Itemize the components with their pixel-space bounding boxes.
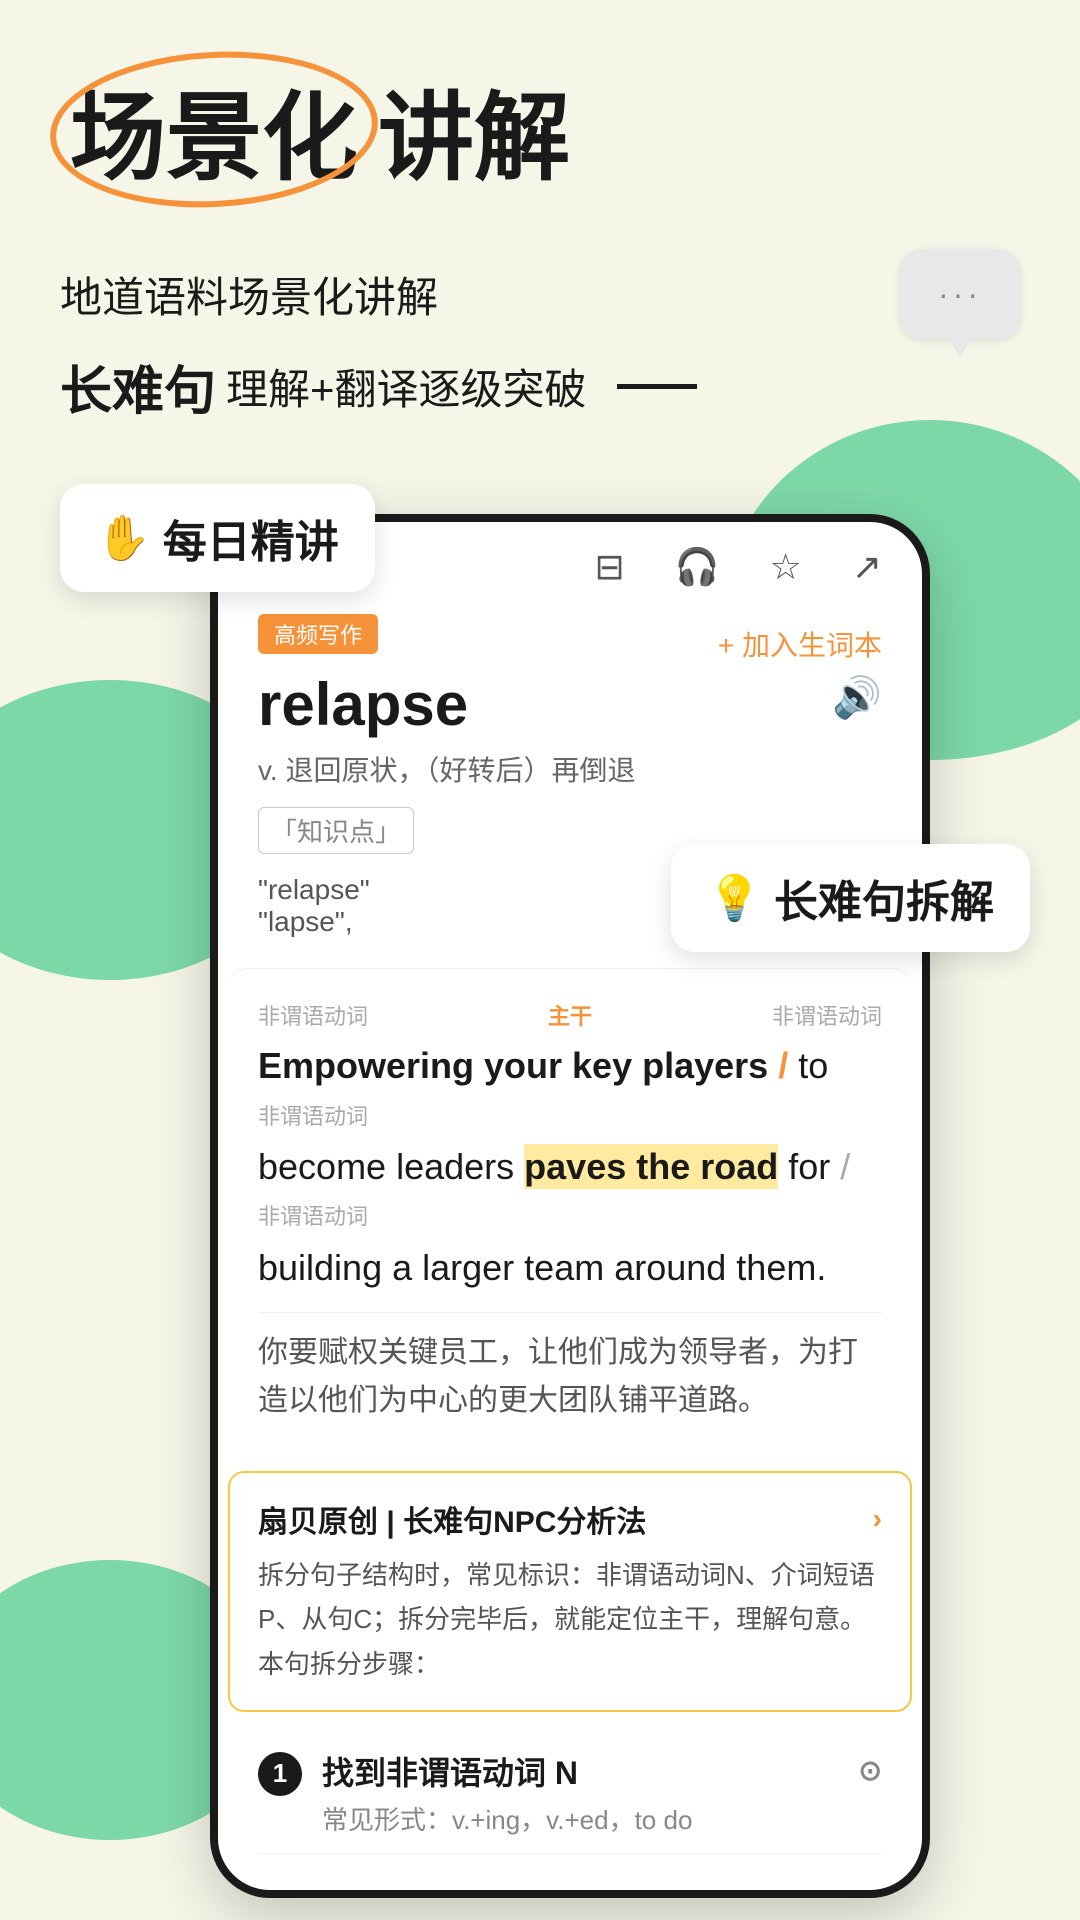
title-line: 场景化 讲解 <box>60 60 1020 199</box>
add-wordbook-btn[interactable]: + 加入生词本 <box>718 624 882 664</box>
grammar-label-right: 非谓语动词 <box>772 999 882 1031</box>
grammar-label-left: 非谓语动词 <box>258 999 368 1031</box>
sentence-part2: to <box>798 1045 828 1086</box>
dash-line <box>617 384 697 389</box>
badge-daily-emoji: ✋ <box>96 512 151 564</box>
word-main: relapse <box>258 670 468 739</box>
badge-daily: ✋ 每日精讲 <box>60 484 375 592</box>
step-target-icon: ⊙ <box>859 1754 882 1787</box>
topbar-icon-dict[interactable]: ⊟ <box>595 546 625 588</box>
badge-sentence: 💡 长难句拆解 <box>671 844 1030 952</box>
topbar-icon-audio[interactable]: 🎧 <box>675 546 720 588</box>
step-number: 1 <box>258 1752 302 1796</box>
topbar-icon-star[interactable]: ☆ <box>770 546 802 588</box>
step-item-1: 1 找到非谓语动词 N ⊙ 常见形式：v.+ing，v.+ed，to do <box>258 1748 882 1854</box>
npc-arrow-icon: › <box>873 1503 882 1535</box>
badge-sentence-text: 长难句拆解 <box>774 866 994 930</box>
sentence-part1: Empowering your key players <box>258 1045 768 1086</box>
phone-frame: ‹ ⊟ 🎧 ☆ ↗ 高频写作 relapse + 加入生词本 🔊 v. 退回原状… <box>210 514 930 1898</box>
sentence-translation: 你要赋权关键员工，让他们成为领导者，为打造以他们为中心的更大团队铺平道路。 <box>258 1312 882 1425</box>
npc-card[interactable]: 扇贝原创 | 长难句NPC分析法 › 拆分句子结构时，常见标识：非谓语动词N、介… <box>228 1471 912 1712</box>
grammar-label-center: 主干 <box>548 999 592 1031</box>
subtitle-section: 地道语料场景化讲解 ··· 长难句 理解+翻译逐级突破 <box>0 239 1080 454</box>
knowledge-tag: 「知识点」 <box>258 807 414 854</box>
step-content: 找到非谓语动词 N ⊙ 常见形式：v.+ing，v.+ed，to do <box>322 1748 882 1837</box>
sentence-section: 非谓语动词 主干 非谓语动词 Empowering your key playe… <box>228 968 912 1455</box>
step-subtitle: 常见形式：v.+ing，v.+ed，to do <box>322 1800 882 1837</box>
slash2: / <box>840 1146 850 1187</box>
title-highlighted: 场景化 <box>60 60 368 199</box>
subtitle-line2: 长难句 理解+翻译逐级突破 <box>60 349 1020 424</box>
grammar-labels-row: 非谓语动词 主干 非谓语动词 <box>258 999 882 1031</box>
grammar-label-bottom2: 非谓语动词 <box>258 1199 882 1234</box>
title-rest: 讲解 <box>378 60 570 199</box>
badge-sentence-emoji: 💡 <box>707 872 762 924</box>
topbar-icon-share[interactable]: ↗ <box>852 546 882 588</box>
sentence-part4: for <box>788 1146 840 1187</box>
audio-btn[interactable]: 🔊 <box>832 674 882 721</box>
npc-title: 扇贝原创 | 长难句NPC分析法 › <box>258 1497 882 1541</box>
step-section: 1 找到非谓语动词 N ⊙ 常见形式：v.+ing，v.+ed，to do <box>218 1728 922 1890</box>
slash1: / <box>778 1045 798 1086</box>
subtitle-line1: 地道语料场景化讲解 ··· <box>60 249 1020 339</box>
paves-the-road: paves the road <box>524 1144 778 1189</box>
header-section: 场景化 讲解 <box>0 0 1080 239</box>
chat-bubble: ··· <box>900 249 1020 339</box>
grammar-label-bottom-text: 非谓语动词 <box>258 1099 882 1134</box>
word-pos: v. 退回原状，（好转后）再倒退 <box>258 749 882 789</box>
phone-container: ✋ 每日精讲 💡 长难句拆解 ‹ ⊟ 🎧 ☆ ↗ 高频写作 relapse + … <box>90 514 990 1898</box>
badge-daily-text: 每日精讲 <box>163 506 339 570</box>
sentence-part3: become leaders <box>258 1146 524 1187</box>
npc-desc: 拆分句子结构时，常见标识：非谓语动词N、介词短语P、从句C；拆分完毕后，就能定位… <box>258 1553 882 1686</box>
step-title: 找到非谓语动词 N ⊙ <box>322 1748 882 1794</box>
sentence-text: Empowering your key players / to 非谓语动词 b… <box>258 1037 882 1296</box>
word-tag: 高频写作 <box>258 614 378 654</box>
sentence-part5: building a larger team around them. <box>258 1247 826 1288</box>
